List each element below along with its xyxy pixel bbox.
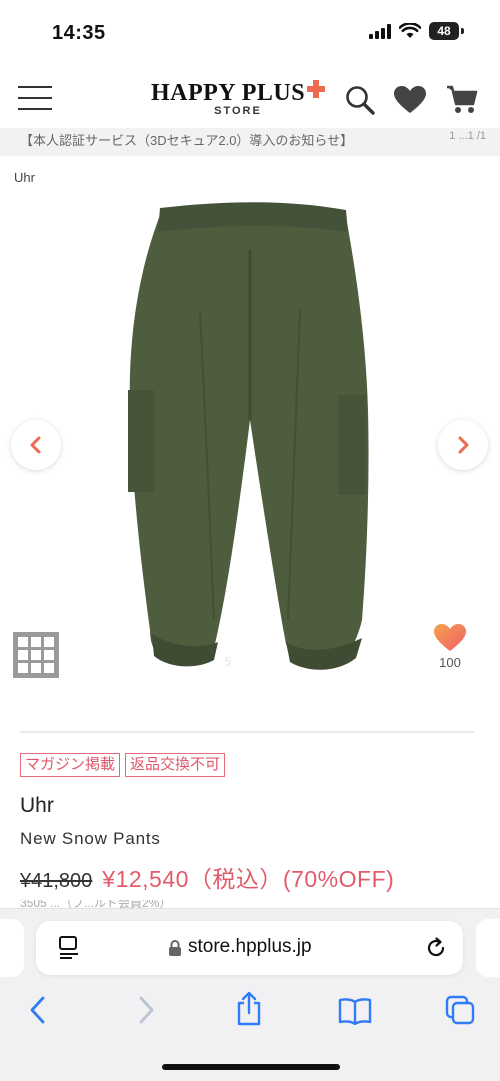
home-indicator — [162, 1064, 340, 1070]
favorite-heart-icon — [434, 624, 466, 651]
page-menu-icon[interactable] — [58, 936, 80, 960]
url-text: store.hpplus.jp — [188, 936, 312, 957]
tabs-icon[interactable] — [445, 995, 475, 1025]
browser-bottom-bar: store.hpplus.jp — [0, 908, 500, 1081]
product-image-area: 5 100 — [0, 190, 500, 710]
notice-text: 【本人認証サービス（3Dセキュア2.0）導入のお知らせ】 — [20, 133, 354, 148]
product-brand[interactable]: Uhr — [20, 794, 54, 818]
tag-magazine: マガジン掲載 — [20, 753, 121, 777]
brand-label-top: Uhr — [14, 170, 35, 185]
search-icon[interactable] — [344, 84, 376, 116]
price-row: ¥41,800 ¥12,540（税込）(70%OFF) — [20, 860, 394, 894]
chevron-right-icon — [458, 436, 469, 454]
cart-icon[interactable] — [446, 84, 478, 114]
share-icon[interactable] — [234, 991, 264, 1027]
cellular-signal-icon — [369, 23, 391, 39]
forward-icon[interactable] — [136, 995, 156, 1025]
sale-price: ¥12,540（税込）(70%OFF) — [102, 866, 395, 892]
image-grid-button[interactable] — [13, 632, 59, 678]
reload-icon[interactable] — [424, 936, 448, 960]
status-icons: 48 — [369, 22, 464, 40]
favorite-count: 100 — [439, 655, 461, 670]
wifi-icon — [399, 23, 421, 38]
chevron-left-icon — [30, 436, 41, 454]
battery-cap — [461, 28, 464, 34]
next-image-button[interactable] — [438, 420, 488, 470]
favorite-button[interactable]: 100 — [430, 624, 470, 670]
battery-indicator: 48 — [429, 22, 459, 40]
svg-text:5: 5 — [224, 655, 232, 669]
product-tags: マガジン掲載 返品交換不可 — [20, 753, 226, 777]
back-icon[interactable] — [28, 995, 48, 1025]
tag-no-return: 返品交換不可 — [125, 753, 226, 777]
site-header: HAPPY PLUS STORE — [0, 66, 500, 128]
notice-bar[interactable]: 【本人認証サービス（3Dセキュア2.0）導入のお知らせ】 1 ...1 /1 — [0, 128, 500, 156]
previous-image-button[interactable] — [11, 420, 61, 470]
points-text: 3505 ...（ブ...ルド会員2%） — [20, 900, 172, 908]
product-image[interactable]: 5 — [0, 190, 500, 690]
product-name: New Snow Pants — [20, 829, 161, 848]
menu-icon[interactable] — [18, 86, 52, 112]
lock-icon — [169, 940, 181, 956]
status-time: 14:35 — [52, 22, 106, 44]
status-bar: 14:35 48 — [0, 0, 500, 66]
site-logo[interactable]: HAPPY PLUS STORE — [148, 80, 328, 117]
bookmarks-icon[interactable] — [338, 997, 372, 1025]
notice-pager: 1 ...1 /1 — [449, 130, 486, 142]
favorites-heart-icon[interactable] — [394, 86, 426, 114]
next-tab-preview[interactable] — [476, 919, 500, 977]
section-divider — [20, 731, 475, 733]
previous-tab-preview[interactable] — [0, 919, 24, 977]
browser-toolbar — [0, 989, 500, 1037]
original-price: ¥41,800 — [20, 870, 93, 892]
points-info: 3505 ...（ブ...ルド会員2%） — [20, 900, 320, 908]
address-bar[interactable]: store.hpplus.jp — [36, 921, 463, 975]
logo-main-text: HAPPY PLUS — [150, 80, 306, 106]
logo-plus-icon — [307, 80, 326, 98]
